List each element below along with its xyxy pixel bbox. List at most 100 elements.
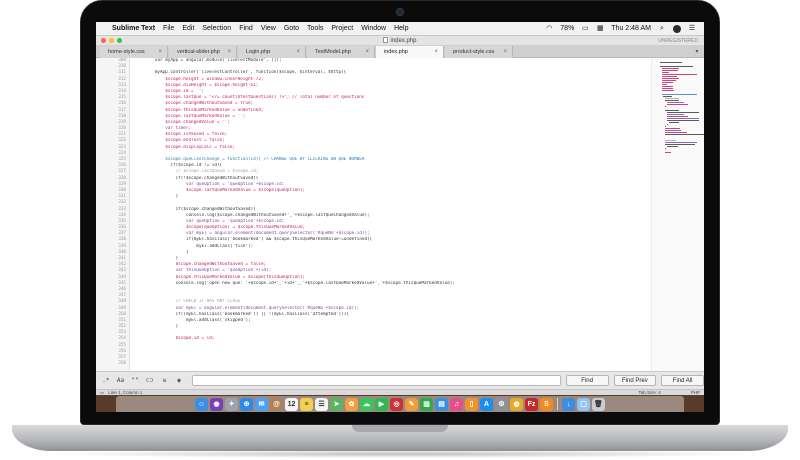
menu-file[interactable]: File bbox=[163, 25, 174, 32]
filezilla-icon[interactable]: Fz bbox=[525, 397, 538, 411]
numbers-icon[interactable]: ▥ bbox=[420, 397, 433, 411]
minimap-line bbox=[664, 98, 679, 99]
minimap-line bbox=[662, 76, 678, 77]
facetime-icon[interactable]: ▶ bbox=[375, 397, 388, 411]
app-store-icon[interactable]: A bbox=[480, 397, 493, 411]
zoom-window-icon[interactable] bbox=[117, 38, 122, 43]
tab-bar: home-style.css × vertical-slider.php × L… bbox=[96, 46, 704, 58]
minimap[interactable] bbox=[651, 58, 704, 371]
menu-find[interactable]: Find bbox=[239, 25, 253, 32]
keynote-icon[interactable]: ▤ bbox=[435, 397, 448, 411]
messages-icon[interactable]: ☁ bbox=[360, 397, 373, 411]
sublime-text-icon[interactable]: S bbox=[540, 397, 553, 411]
minimap-line bbox=[662, 74, 697, 75]
minimap-line bbox=[667, 102, 685, 103]
menu-help[interactable]: Help bbox=[394, 25, 408, 32]
notes-icon[interactable]: ≡ bbox=[300, 397, 313, 411]
menu-selection[interactable]: Selection bbox=[202, 25, 231, 32]
tab-testmodel[interactable]: TestModel.php × bbox=[307, 46, 375, 58]
close-tab-icon[interactable]: × bbox=[227, 49, 231, 55]
camera-icon bbox=[396, 8, 404, 16]
spotlight-icon[interactable]: ⌕ bbox=[658, 25, 666, 33]
document-icon bbox=[383, 37, 389, 43]
flag-icon[interactable]: ▦ bbox=[596, 25, 604, 33]
close-tab-icon[interactable]: × bbox=[365, 49, 369, 55]
menu-goto[interactable]: Goto bbox=[284, 25, 299, 32]
minimize-window-icon[interactable] bbox=[109, 38, 114, 43]
tab-product-style[interactable]: product-style.css × bbox=[445, 46, 513, 58]
find-all-button[interactable]: Find All bbox=[661, 375, 704, 386]
downloads-icon[interactable]: ↓ bbox=[562, 397, 575, 411]
close-tab-icon[interactable]: × bbox=[434, 49, 438, 55]
minimap-line bbox=[667, 112, 699, 113]
reminders-icon[interactable]: ☰ bbox=[315, 397, 328, 411]
contacts-icon[interactable]: @ bbox=[270, 397, 283, 411]
minimap-line bbox=[662, 80, 677, 81]
tab-vertical-slider[interactable]: vertical-slider.php × bbox=[169, 46, 237, 58]
siri-icon[interactable]: ◉ bbox=[210, 397, 223, 411]
find-input[interactable] bbox=[191, 375, 561, 386]
close-tab-icon[interactable]: × bbox=[503, 49, 507, 55]
whole-word-toggle[interactable]: "" bbox=[129, 376, 141, 386]
tab-index[interactable]: index.php × bbox=[376, 46, 444, 58]
clock[interactable]: Thu 2:48 AM bbox=[611, 25, 651, 32]
highlight-matches-toggle[interactable]: ◉ bbox=[173, 376, 185, 386]
notification-center-icon[interactable]: ☰ bbox=[688, 25, 696, 33]
battery-percent[interactable]: 78% bbox=[560, 25, 574, 32]
panel-toggle-icon[interactable]: ▭ bbox=[100, 390, 104, 396]
minimap-line bbox=[662, 68, 680, 69]
regex-toggle[interactable]: .* bbox=[100, 376, 112, 386]
itunes-icon[interactable]: ♫ bbox=[450, 397, 463, 411]
app-menu[interactable]: Sublime Text bbox=[112, 25, 155, 32]
chrome-icon[interactable]: ◍ bbox=[510, 397, 523, 411]
menubar: Sublime Text File Edit Selection Find Vi… bbox=[96, 22, 704, 36]
menu-project[interactable]: Project bbox=[331, 25, 353, 32]
in-selection-toggle[interactable]: ≡ bbox=[159, 376, 171, 386]
menu-window[interactable]: Window bbox=[361, 25, 386, 32]
minimap-line bbox=[669, 122, 680, 123]
minimap-line bbox=[667, 114, 685, 115]
wifi-icon[interactable]: ◠ bbox=[545, 25, 553, 33]
tab-size[interactable]: Tab Size: 4 bbox=[638, 390, 660, 395]
close-window-icon[interactable] bbox=[101, 38, 106, 43]
maps-icon[interactable]: ➤ bbox=[330, 397, 343, 411]
find-prev-button[interactable]: Find Prev bbox=[613, 375, 657, 386]
window-controls bbox=[101, 38, 122, 43]
code-area[interactable]: var myApp = angular.module('liveTestModu… bbox=[134, 58, 644, 371]
case-sensitive-toggle[interactable]: Aa bbox=[115, 376, 127, 386]
menu-edit[interactable]: Edit bbox=[182, 25, 194, 32]
safari-icon[interactable]: ⊕ bbox=[240, 397, 253, 411]
pages-icon[interactable]: ✎ bbox=[405, 397, 418, 411]
trash-icon[interactable]: 🗑 bbox=[592, 397, 605, 411]
battery-icon[interactable]: ▭ bbox=[581, 25, 589, 33]
syntax-mode[interactable]: PHP bbox=[691, 390, 700, 395]
wrap-toggle[interactable]: ⊂⊃ bbox=[144, 376, 156, 386]
tab-label: product-style.css bbox=[453, 49, 495, 55]
mail-icon[interactable]: ✉ bbox=[255, 397, 268, 411]
calendar-icon[interactable]: 12 bbox=[285, 397, 298, 411]
ibooks-icon[interactable]: ▯ bbox=[465, 397, 478, 411]
tab-overflow-icon[interactable]: ▾ bbox=[690, 46, 704, 57]
line-number: 358 bbox=[118, 361, 126, 367]
menu-tools[interactable]: Tools bbox=[307, 25, 323, 32]
tab-label: home-style.css bbox=[108, 49, 145, 55]
minimap-line bbox=[667, 120, 700, 121]
close-tab-icon[interactable]: × bbox=[296, 49, 300, 55]
system-preferences-icon[interactable]: ⚙ bbox=[495, 397, 508, 411]
documents-icon[interactable]: ▢ bbox=[577, 397, 590, 411]
user-avatar-icon[interactable] bbox=[673, 24, 681, 33]
find-button[interactable]: Find bbox=[565, 375, 609, 386]
minimap-line bbox=[662, 90, 675, 91]
launchpad-icon[interactable]: ✦ bbox=[225, 397, 238, 411]
finder-icon[interactable]: ☺ bbox=[195, 397, 208, 411]
photo-booth-icon[interactable]: ◎ bbox=[390, 397, 403, 411]
photos-icon[interactable]: ✿ bbox=[345, 397, 358, 411]
tab-home-style[interactable]: home-style.css × bbox=[100, 46, 168, 58]
menu-view[interactable]: View bbox=[261, 25, 276, 32]
minimap-line bbox=[662, 84, 667, 85]
code-editor[interactable]: 309 310 311 312 313 314 315 316 317 318 319 320 321 3… bbox=[96, 58, 704, 371]
dock-separator bbox=[557, 398, 558, 410]
close-tab-icon[interactable]: × bbox=[158, 49, 162, 55]
code-line[interactable]: $scope.id = id; bbox=[134, 336, 644, 342]
tab-login[interactable]: Login.php × bbox=[238, 46, 306, 58]
